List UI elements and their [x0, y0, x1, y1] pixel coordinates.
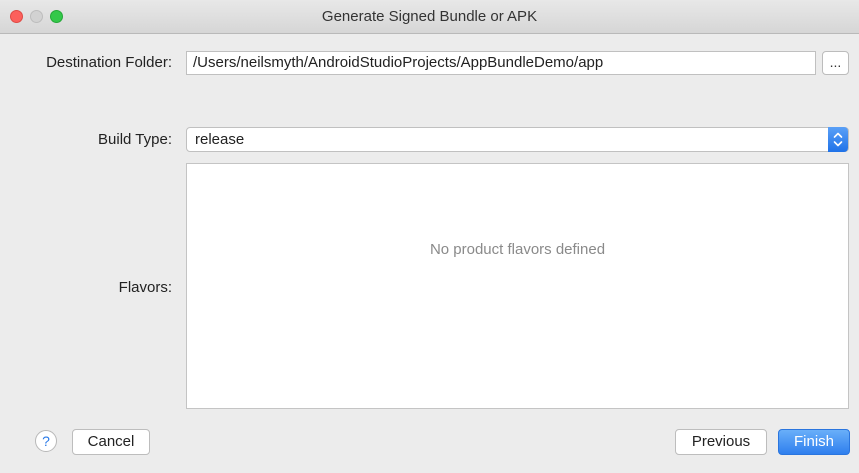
flavors-label: Flavors:	[118, 279, 172, 296]
build-type-value: release	[195, 131, 245, 148]
cancel-button[interactable]: Cancel	[72, 429, 150, 455]
destination-folder-label: Destination Folder:	[46, 54, 172, 71]
browse-folder-button[interactable]: ...	[822, 51, 849, 75]
build-type-label: Build Type:	[98, 131, 172, 148]
previous-button[interactable]: Previous	[675, 429, 767, 455]
destination-folder-input[interactable]: /Users/neilsmyth/AndroidStudioProjects/A…	[186, 51, 816, 75]
flavors-empty-message: No product flavors defined	[429, 241, 606, 258]
help-button[interactable]: ?	[35, 430, 57, 452]
window-title: Generate Signed Bundle or APK	[321, 8, 538, 25]
finish-button[interactable]: Finish	[778, 429, 850, 455]
flavors-list[interactable]: No product flavors defined	[186, 163, 849, 409]
up-down-chevron-icon[interactable]	[828, 127, 848, 152]
window-titlebar: Generate Signed Bundle or APK	[0, 0, 859, 34]
build-type-select[interactable]: release	[186, 127, 849, 152]
